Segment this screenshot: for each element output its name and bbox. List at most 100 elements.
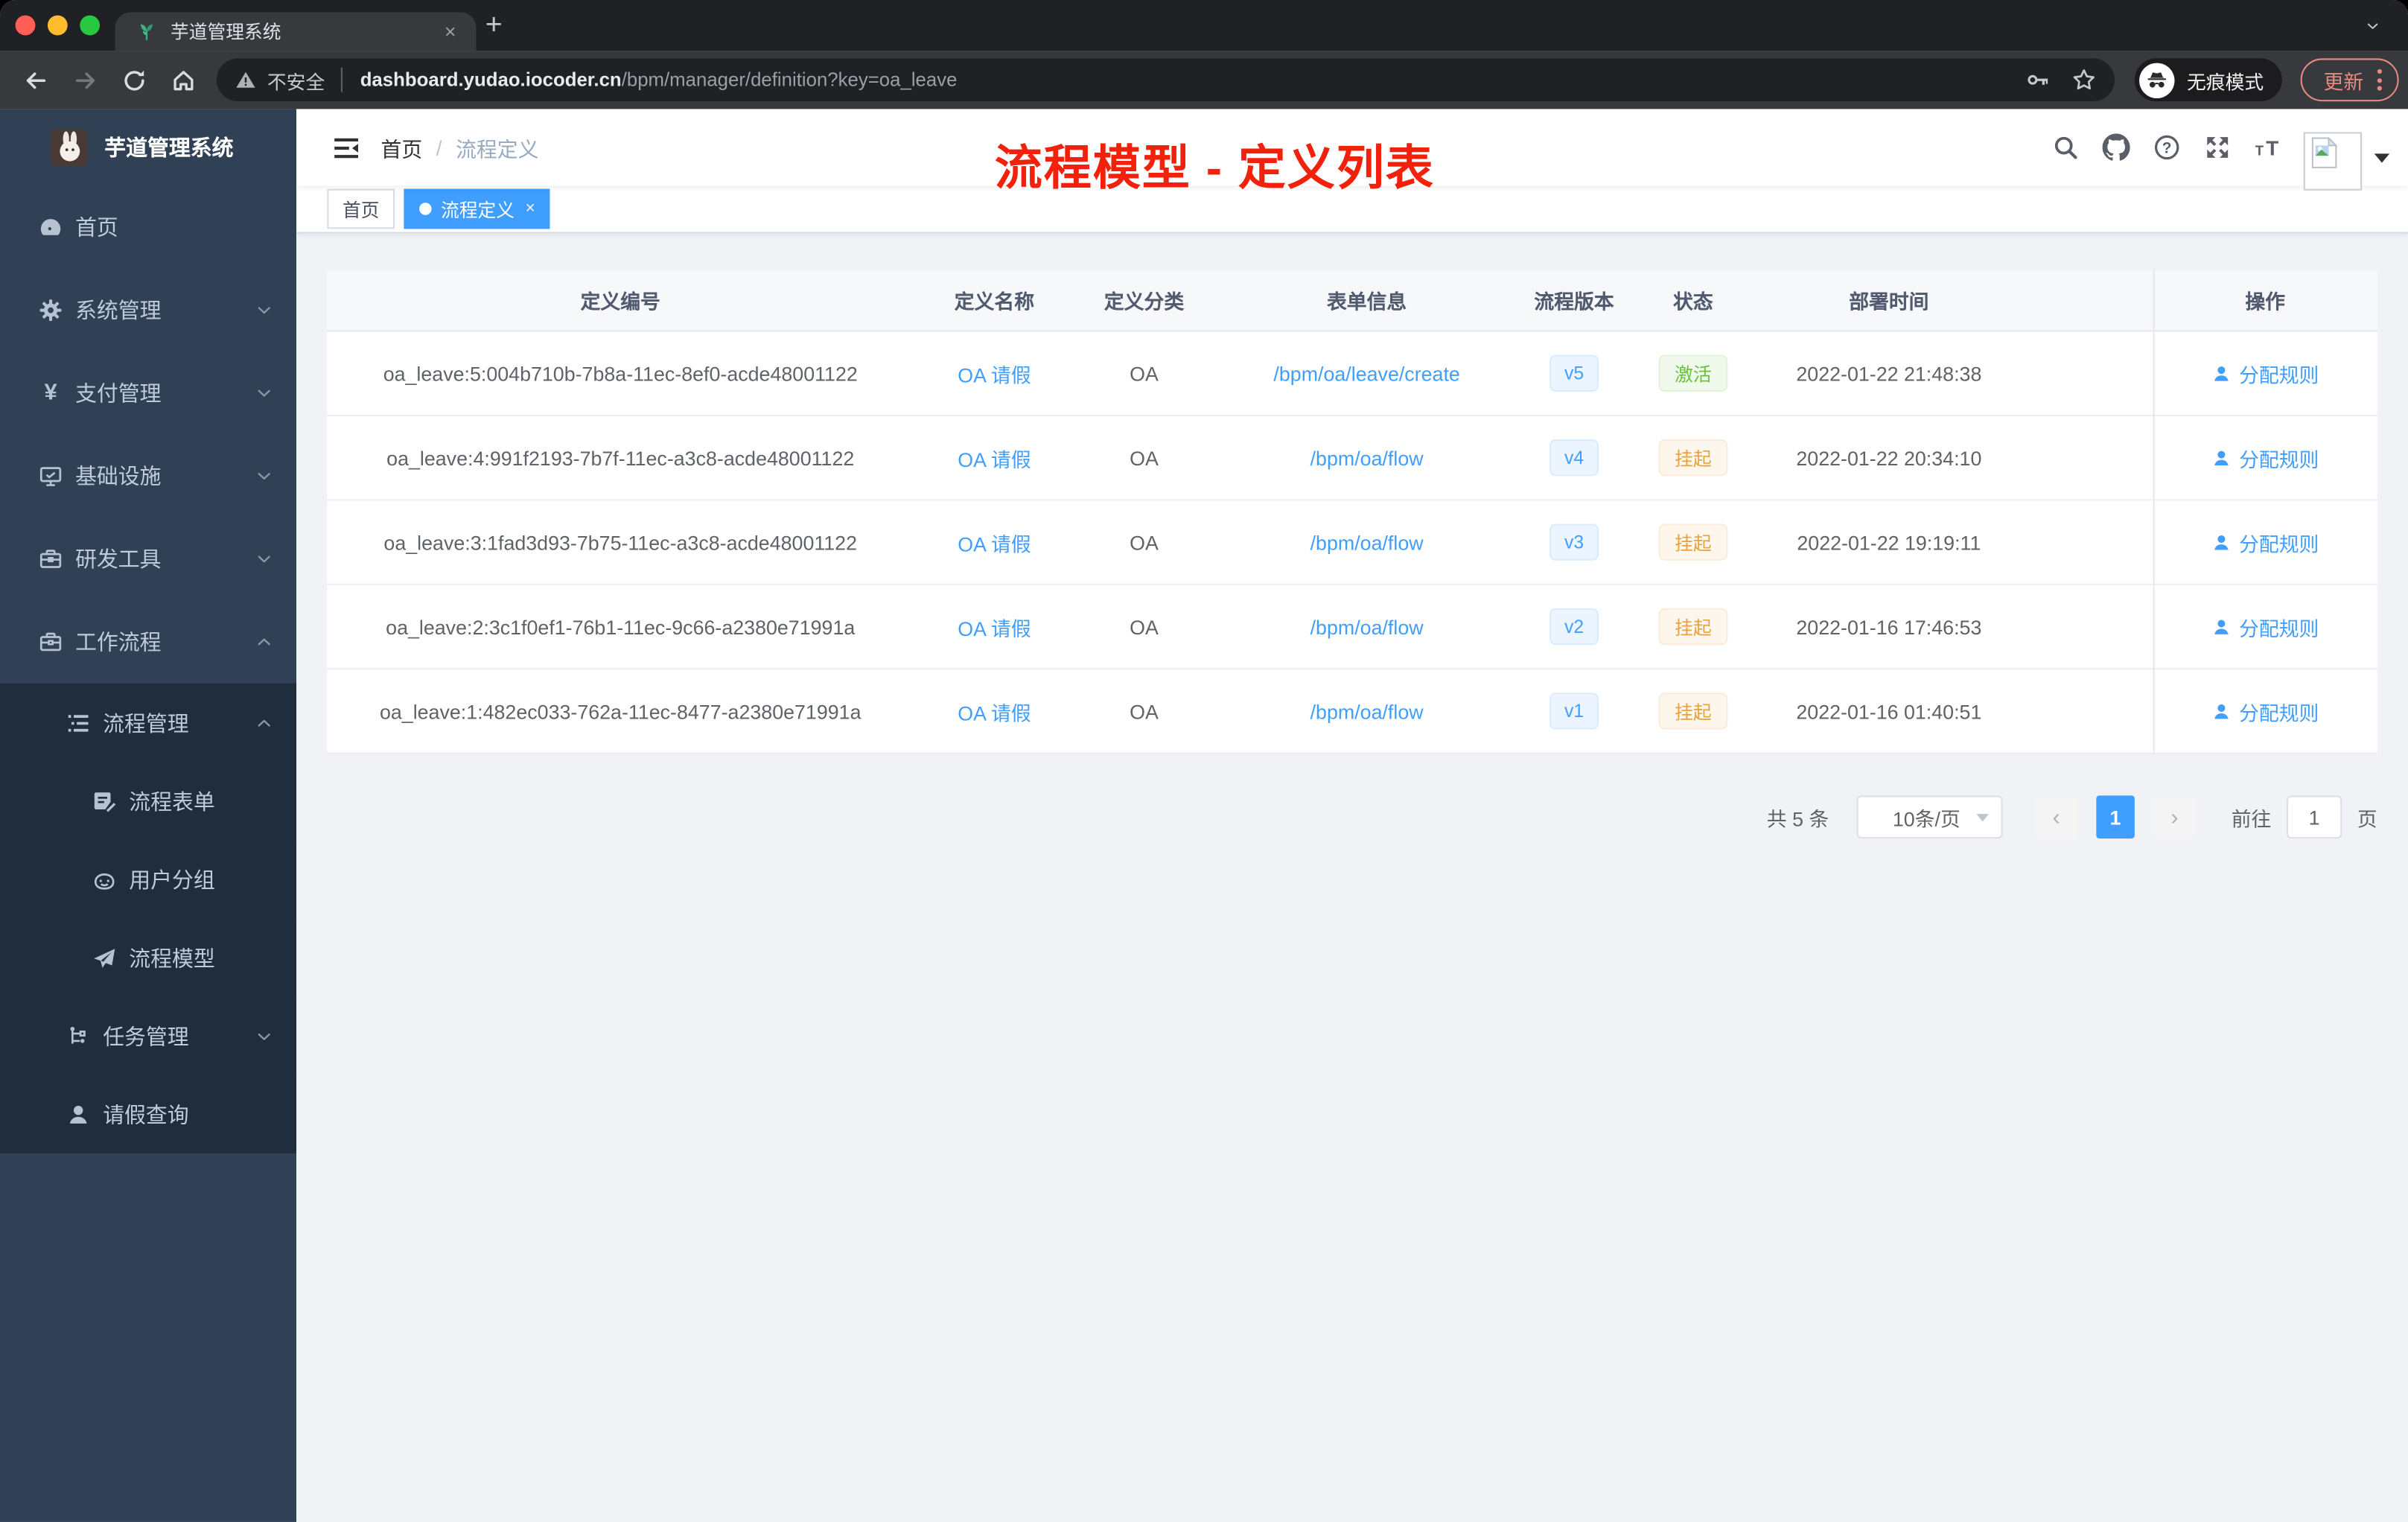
current-page-button[interactable]: 1 <box>2096 795 2135 839</box>
cell-status: 激活 <box>1628 354 1758 392</box>
paper-plane-icon <box>92 945 117 969</box>
assign-rule-link[interactable]: 分配规则 <box>2211 527 2319 556</box>
definition-name-link[interactable]: OA 请假 <box>958 527 1031 556</box>
form-info-link[interactable]: /bpm/oa/flow <box>1310 531 1424 554</box>
sidebar-item-user-group[interactable]: 用户分组 <box>0 840 297 919</box>
assign-rule-link[interactable]: 分配规则 <box>2211 359 2319 388</box>
browser-menu-dots-icon[interactable] <box>2377 69 2383 91</box>
cell-definition-id: oa_leave:2:3c1f0ef1-76b1-11ec-9c66-a2380… <box>327 615 914 638</box>
assign-rule-link[interactable]: 分配规则 <box>2211 443 2319 472</box>
hamburger-icon[interactable] <box>332 133 361 162</box>
help-icon[interactable]: ? <box>2153 133 2181 161</box>
sidebar-item-dashboard[interactable]: 首页 <box>0 186 296 269</box>
cell-form-info: /bpm/oa/leave/create <box>1213 362 1520 385</box>
cell-definition-id: oa_leave:1:482ec033-762a-11ec-8477-a2380… <box>327 699 914 722</box>
password-key-icon[interactable] <box>2025 68 2050 92</box>
avatar-caret-down-icon[interactable] <box>2374 153 2390 163</box>
sidebar-item-yen[interactable]: ¥ 支付管理 <box>0 351 296 434</box>
table-row: oa_leave:5:004b710b-7b8a-11ec-8ef0-acde4… <box>327 332 2377 416</box>
definition-name-link[interactable]: OA 请假 <box>958 612 1031 641</box>
user-avatar[interactable] <box>2303 132 2363 191</box>
person-icon <box>66 1102 91 1127</box>
app-logo[interactable]: 芋道管理系统 <box>0 109 296 185</box>
browser-update-button[interactable]: 更新 <box>2300 58 2399 102</box>
incognito-icon <box>2139 62 2175 98</box>
tab-close-icon[interactable]: × <box>440 20 461 43</box>
sidebar-item-list-tree[interactable]: 流程管理 <box>0 683 297 762</box>
page-size-value: 10条/页 <box>1892 806 1961 830</box>
sidebar-item-label: 工作流程 <box>75 629 162 655</box>
new-tab-button[interactable]: + <box>485 9 503 42</box>
definition-category: OA <box>1130 446 1159 470</box>
cell-form-info: /bpm/oa/flow <box>1213 699 1520 722</box>
assign-rule-label: 分配规则 <box>2239 701 2319 725</box>
sidebar-item-paper-plane[interactable]: 流程模型 <box>0 918 297 997</box>
status-badge: 挂起 <box>1659 692 1727 730</box>
cell-definition-name: OA 请假 <box>914 612 1075 641</box>
view-tag[interactable]: 首页 <box>327 188 395 229</box>
forward-icon[interactable] <box>72 67 98 93</box>
back-icon[interactable] <box>23 67 49 93</box>
definition-name-link[interactable]: OA 请假 <box>958 696 1031 725</box>
tag-close-icon[interactable]: × <box>525 200 535 218</box>
avatar <box>51 129 88 166</box>
page-size-select[interactable]: 10条/页 <box>1856 795 2003 839</box>
form-info-link[interactable]: /bpm/oa/flow <box>1310 699 1424 722</box>
sidebar-item-gear[interactable]: 系统管理 <box>0 269 296 351</box>
home-icon[interactable] <box>171 67 197 93</box>
browser-tab[interactable]: 芋道管理系统 × <box>115 12 477 51</box>
github-icon[interactable] <box>2102 133 2130 161</box>
assign-rule-label: 分配规则 <box>2239 448 2319 471</box>
form-info-link[interactable]: /bpm/oa/leave/create <box>1273 362 1459 385</box>
fullscreen-icon[interactable] <box>2204 133 2232 161</box>
sidebar-item-form-edit[interactable]: 流程表单 <box>0 762 297 841</box>
bookmark-star-icon[interactable] <box>2071 68 2096 92</box>
window-close-button[interactable] <box>15 15 36 36</box>
column-header: 表单信息 <box>1326 290 1407 313</box>
prev-page-button[interactable]: ‹ <box>2034 795 2078 839</box>
table-header-row: 定义编号 定义名称 定义分类 表单信息 流程版本 状态 部署时间 操作 <box>327 270 2377 332</box>
font-size-icon[interactable]: TT <box>2255 133 2282 161</box>
assign-rule-link[interactable]: 分配规则 <box>2211 612 2319 641</box>
user-icon <box>2211 701 2232 722</box>
sidebar-item-briefcase[interactable]: 工作流程 <box>0 600 296 683</box>
window-zoom-button[interactable] <box>80 15 101 36</box>
cell-form-info: /bpm/oa/flow <box>1213 446 1520 469</box>
view-tag[interactable]: 流程定义 × <box>404 188 551 229</box>
user-icon <box>2211 617 2232 637</box>
version-badge: v1 <box>1549 692 1599 730</box>
next-page-button[interactable]: › <box>2153 795 2197 839</box>
cell-definition-name: OA 请假 <box>914 359 1075 388</box>
sidebar-item-org-tree[interactable]: 任务管理 <box>0 996 297 1075</box>
breadcrumb-home[interactable]: 首页 <box>381 132 423 162</box>
cell-definition-name: OA 请假 <box>914 443 1075 472</box>
table-row: oa_leave:2:3c1f0ef1-76b1-11ec-9c66-a2380… <box>327 585 2377 670</box>
search-icon[interactable] <box>2052 133 2080 161</box>
sidebar-item-person[interactable]: 请假查询 <box>0 1074 297 1153</box>
cell-definition-category: OA <box>1075 446 1214 469</box>
chevron-down-icon <box>255 1027 273 1045</box>
table-row: oa_leave:4:991f2193-7b7f-11ec-a3c8-acde4… <box>327 416 2377 501</box>
form-info-link[interactable]: /bpm/oa/flow <box>1310 446 1424 469</box>
cell-actions: 分配规则 <box>2153 696 2377 725</box>
window-minimize-button[interactable] <box>47 15 68 36</box>
column-header: 流程版本 <box>1534 290 1614 313</box>
address-bar[interactable]: 不安全 dashboard.yudao.iocoder.cn/bpm/manag… <box>216 58 2115 102</box>
column-header: 定义编号 <box>580 290 660 313</box>
deploy-time: 2022-01-16 17:46:53 <box>1796 615 1982 638</box>
pagination: 共 5 条 10条/页 ‹ 1 › 前往 1 页 <box>327 795 2377 839</box>
svg-text:?: ? <box>2162 139 2172 156</box>
sidebar-item-monitor[interactable]: 基础设施 <box>0 435 296 518</box>
definition-name-link[interactable]: OA 请假 <box>958 443 1031 472</box>
definition-table: 定义编号 定义名称 定义分类 表单信息 流程版本 状态 部署时间 操作 oa_leave:5:… <box>327 270 2377 754</box>
cell-actions: 分配规则 <box>2153 443 2377 472</box>
tab-title: 芋道管理系统 <box>170 21 281 43</box>
assign-rule-link[interactable]: 分配规则 <box>2211 696 2319 725</box>
definition-name-link[interactable]: OA 请假 <box>958 359 1031 388</box>
goto-page-input[interactable]: 1 <box>2287 795 2342 839</box>
form-info-link[interactable]: /bpm/oa/flow <box>1310 615 1424 638</box>
deploy-time: 2022-01-16 01:40:51 <box>1796 699 1982 723</box>
reload-icon[interactable] <box>121 67 147 93</box>
sidebar-item-toolbox[interactable]: 研发工具 <box>0 518 296 600</box>
tab-overflow-chevron-icon[interactable] <box>2362 19 2383 34</box>
